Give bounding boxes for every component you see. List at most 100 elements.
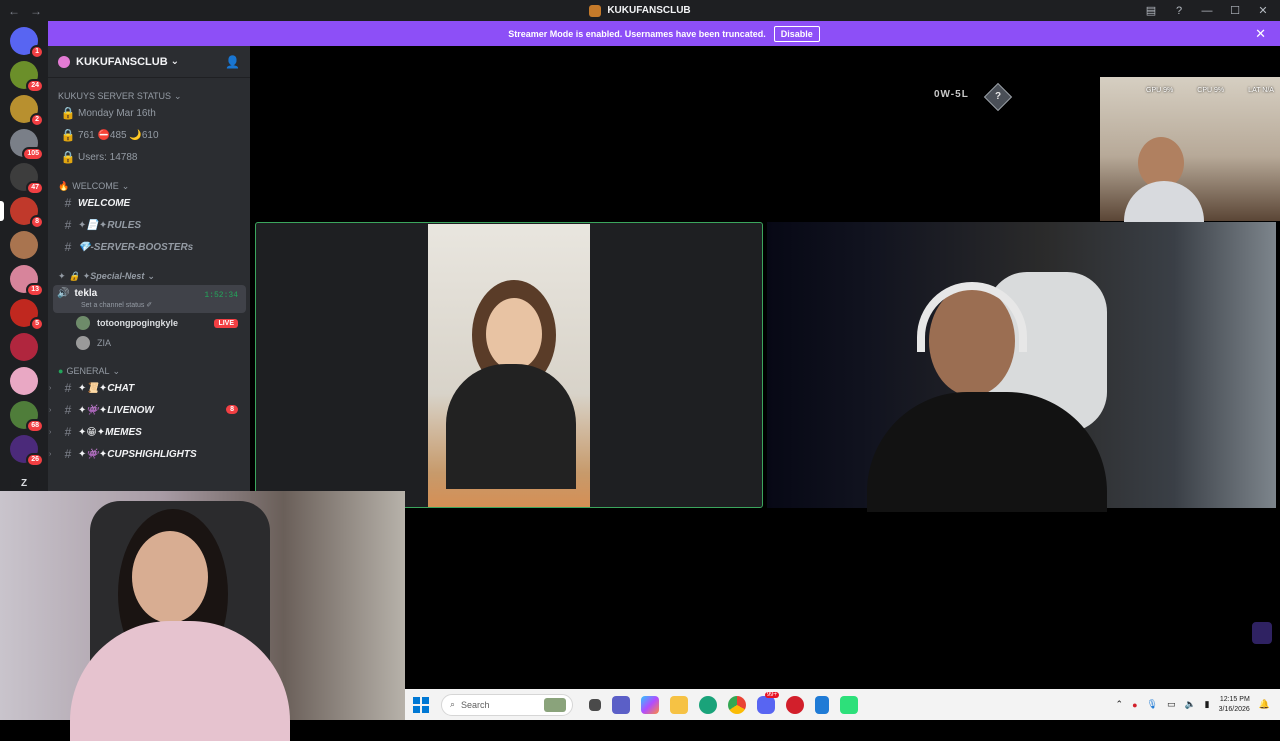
chevron-down-icon: ⌄ <box>121 180 130 191</box>
rank-text: ? <box>994 91 1002 102</box>
channel-item[interactable]: › # ✦😁✦MEMES <box>48 421 250 443</box>
sparkle-icon: ✦ <box>58 270 66 281</box>
unread-badge: 8 <box>226 405 238 414</box>
green-app-icon[interactable] <box>840 695 858 714</box>
watermark-icon <box>1252 622 1272 644</box>
server-icon[interactable]: 24 <box>10 61 44 93</box>
mention-badge: 68 <box>26 419 44 433</box>
category-label: ✦Special-Nest <box>82 270 145 281</box>
chrome-icon[interactable] <box>728 695 746 714</box>
status-channel[interactable]: 🔒 Monday Mar 16th <box>48 102 250 124</box>
windows-start-icon[interactable] <box>413 696 429 713</box>
notification-bell-icon[interactable]: 🔔 <box>1259 699 1270 710</box>
inbox-icon[interactable]: ▤ <box>1144 4 1158 17</box>
server-icon[interactable]: 13 <box>10 265 44 297</box>
battery-icon[interactable]: ▮ <box>1205 699 1210 710</box>
network-icon[interactable]: ▭ <box>1167 699 1176 710</box>
hashtag-icon: # <box>64 196 72 210</box>
close-button[interactable]: ✕ <box>1256 4 1270 17</box>
hashtag-icon: # <box>64 403 72 417</box>
clock-time: 12:15 PM <box>1219 695 1250 703</box>
channel-item[interactable]: # ✦📄✦RULES <box>48 214 250 236</box>
discord-home-icon[interactable]: 1 <box>10 27 44 59</box>
server-name: KUKUFANSCLUB <box>76 55 168 68</box>
voice-channel-tekla[interactable]: 🔊 tekla Set a channel status ✐ 1:52:34 <box>53 285 246 313</box>
video-tile-participant-2[interactable] <box>767 222 1276 512</box>
status-channel-list: 🔒 Monday Mar 16th 🔒 761 ⛔485 🌙610 🔒 Users: 14… <box>48 102 250 168</box>
channel-item[interactable]: › # ✦👾✦CUPSHIGHLIGHTS <box>48 443 250 465</box>
channel-item[interactable]: # 💎-SERVER-BOOSTERs <box>48 236 250 258</box>
volume-icon[interactable]: 🔈 <box>1184 699 1195 710</box>
chat-app-icon[interactable] <box>612 695 630 714</box>
category-server-status[interactable]: KUKUYS SERVER STATUS ⌄ <box>48 90 250 102</box>
copilot-icon[interactable] <box>641 695 659 714</box>
red-app-icon[interactable] <box>786 695 804 714</box>
category-general[interactable]: ● GENERAL ⌄ <box>48 365 250 377</box>
channel-name: ✦👾✦CUPSHIGHLIGHTS <box>78 448 197 460</box>
server-icon[interactable]: Z <box>10 469 38 491</box>
task-view-icon[interactable] <box>589 698 601 711</box>
channel-name: ✦📜✦CHAT <box>78 382 135 394</box>
voice-user[interactable]: totoongpogingkyle LIVE <box>48 313 250 333</box>
notepad-icon[interactable] <box>815 695 829 714</box>
window-controls: ▤ ? — ☐ ✕ <box>1144 0 1270 21</box>
channel-item[interactable]: # WELCOME <box>48 192 250 214</box>
microphone-icon[interactable]: 🎙 <box>1147 699 1158 710</box>
category-special-nest[interactable]: ✦ 🔒 ✦Special-Nest ⌄ <box>48 270 250 282</box>
forward-icon[interactable]: → <box>30 4 42 18</box>
status-channel[interactable]: 🔒 761 ⛔485 🌙610 <box>48 124 250 146</box>
history-nav: ← → <box>8 4 42 18</box>
lock-speaker-icon: 🔊 <box>57 288 70 299</box>
channel-item[interactable]: › # ✦👾✦LIVENOW 8 <box>48 399 250 421</box>
file-explorer-icon[interactable] <box>670 695 688 714</box>
maximize-button[interactable]: ☐ <box>1228 4 1242 17</box>
chevron-down-icon: ⌄ <box>112 365 120 376</box>
chevron-right-icon: › <box>49 406 52 414</box>
server-icon[interactable]: 105 <box>10 129 44 161</box>
edge-icon[interactable] <box>699 695 717 714</box>
channel-item[interactable]: › # ✦📜✦CHAT <box>48 377 250 399</box>
chevron-up-icon[interactable]: ⌃ <box>1116 699 1124 710</box>
search-highlight-icon <box>544 697 566 712</box>
disable-streamer-mode-button[interactable]: Disable <box>773 25 820 42</box>
voice-status[interactable]: Set a channel status ✐ <box>81 301 238 309</box>
server-icon[interactable] <box>10 367 38 395</box>
record-icon[interactable]: ● <box>1132 700 1137 710</box>
window-titlebar: ← → KUKUFANSCLUB ▤ ? — ☐ ✕ <box>0 0 1280 21</box>
server-header[interactable]: KUKUFANSCLUB ⌄ 👤 <box>48 46 250 78</box>
window-title: KUKUFANSCLUB <box>0 0 1280 21</box>
mention-badge: 105 <box>22 147 44 161</box>
channel-sidebar: KUKUFANSCLUB ⌄ 👤 KUKUYS SERVER STATUS ⌄ 🔒… <box>48 46 250 492</box>
server-icon[interactable]: 8 <box>0 197 44 229</box>
server-icon[interactable] <box>10 231 38 259</box>
video-tile-participant-1[interactable] <box>255 222 763 508</box>
discord-icon[interactable]: 99+ <box>757 691 779 714</box>
channel-name: Users: 14788 <box>78 151 138 163</box>
window-title-text: KUKUFANSCLUB <box>607 5 691 16</box>
back-icon[interactable]: ← <box>8 4 20 18</box>
server-list: 1 24 2 105 47 8 13 5 68 26 Z <box>0 21 48 491</box>
help-icon[interactable]: ? <box>1172 5 1186 17</box>
server-icon[interactable]: 5 <box>10 299 44 331</box>
voice-user[interactable]: ZIA <box>48 333 250 353</box>
server-icon[interactable]: 2 <box>10 95 44 127</box>
lock-icon: 🔒 <box>68 270 80 281</box>
server-icon[interactable] <box>10 333 38 361</box>
server-icon <box>58 55 70 68</box>
server-icon[interactable]: 47 <box>10 163 44 195</box>
close-banner-icon[interactable]: ✕ <box>1255 26 1266 42</box>
channel-name: 💎-SERVER-BOOSTERs <box>78 241 194 253</box>
server-icon[interactable]: 68 <box>10 401 44 433</box>
taskbar-search[interactable]: ⌕ Search <box>441 693 573 716</box>
lock-icon: 🔒 <box>60 150 76 164</box>
category-welcome[interactable]: 🔥 WELCOME ⌄ <box>48 180 250 192</box>
add-member-icon[interactable]: 👤 <box>225 55 240 69</box>
score-overlay: 0W-5L <box>934 89 969 100</box>
channel-name: ✦👾✦LIVENOW <box>78 404 154 416</box>
clock[interactable]: 12:15 PM 3/16/2026 <box>1219 695 1250 715</box>
lock-icon: 🔒 <box>60 128 76 142</box>
server-icon[interactable]: 26 <box>10 435 44 467</box>
minimize-button[interactable]: — <box>1200 5 1214 17</box>
webcam-overlay-top: GPU 9% CPU 9% LAT N/A <box>1100 77 1280 241</box>
status-channel[interactable]: 🔒 Users: 14788 <box>48 146 250 168</box>
